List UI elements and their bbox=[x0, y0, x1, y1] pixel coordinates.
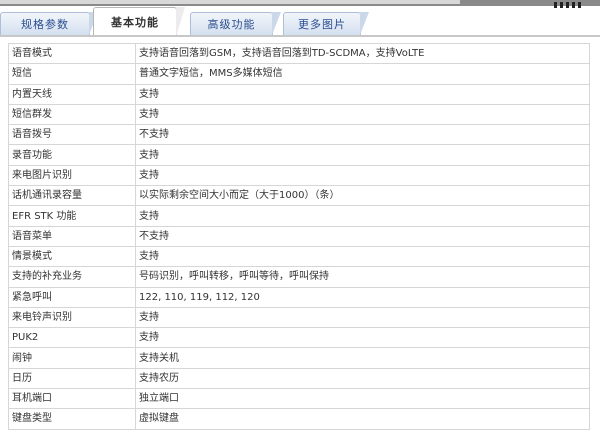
tab-basic-functions-label: 基本功能 bbox=[111, 15, 159, 29]
table-row: 情景模式 支持 bbox=[8, 245, 590, 268]
tab-more-images[interactable]: 更多图片 bbox=[283, 12, 369, 35]
tab-baseline bbox=[0, 35, 600, 37]
tab-corner bbox=[272, 12, 281, 35]
spec-key: 闹钟 bbox=[8, 347, 136, 369]
spec-key: 来电铃声识别 bbox=[8, 306, 136, 329]
table-row: 来电图片识别 支持 bbox=[8, 164, 590, 187]
spec-key: 录音功能 bbox=[8, 144, 136, 166]
spec-key: 内置天线 bbox=[8, 83, 136, 105]
table-row: 支持的补充业务 号码识别，呼叫转移，呼叫等待，呼叫保持 bbox=[8, 266, 590, 288]
spec-value: 以实际剩余空间大小而定（大于1000）（条） bbox=[135, 185, 590, 207]
spec-value: 不支持 bbox=[135, 225, 590, 247]
tab-basic-functions[interactable]: 基本功能 bbox=[93, 7, 185, 37]
top-border-highlight bbox=[0, 0, 460, 4]
spec-value: 支持 bbox=[135, 83, 590, 105]
spec-table: 语音模式 支持语音回落到GSM，支持语音回落到TD-SCDMA，支持VoLTE 短… bbox=[8, 42, 590, 430]
table-row: 闹钟 支持关机 bbox=[8, 347, 590, 369]
spec-key: 紧急呼叫 bbox=[8, 286, 136, 308]
spec-key: 语音菜单 bbox=[8, 225, 136, 247]
spec-value: 支持 bbox=[135, 205, 590, 227]
table-row: 语音模式 支持语音回落到GSM，支持语音回落到TD-SCDMA，支持VoLTE bbox=[8, 42, 590, 65]
table-row: 录音功能 支持 bbox=[8, 144, 590, 166]
table-row: 耳机端口 独立端口 bbox=[8, 388, 590, 410]
spec-key: 情景模式 bbox=[8, 245, 136, 268]
table-row: 语音拨号 不支持 bbox=[8, 124, 590, 146]
spec-key: 语音拨号 bbox=[8, 124, 136, 146]
table-row: PUK2 支持 bbox=[8, 327, 590, 349]
spec-value: 独立端口 bbox=[135, 388, 590, 410]
spec-key: 来电图片识别 bbox=[8, 164, 136, 187]
table-row: EFR STK 功能 支持 bbox=[8, 205, 590, 227]
spec-value: 支持 bbox=[135, 103, 590, 126]
tab-advanced-functions-label: 高级功能 bbox=[207, 18, 256, 31]
spec-value: 支持 bbox=[135, 245, 590, 268]
spec-key: 短信 bbox=[8, 63, 136, 85]
tab-bar: 规格参数 基本功能 高级功能 更多图片 bbox=[0, 6, 600, 37]
spec-value: 支持农历 bbox=[135, 367, 590, 390]
table-row: 日历 支持农历 bbox=[8, 367, 590, 390]
spec-key: 语音模式 bbox=[8, 42, 136, 65]
table-row: 内置天线 支持 bbox=[8, 83, 590, 105]
spec-value: 支持 bbox=[135, 164, 590, 187]
table-row: 短信 普通文字短信，MMS多媒体短信 bbox=[8, 63, 590, 85]
spec-value: 支持 bbox=[135, 306, 590, 329]
spec-value: 122, 110, 119, 112, 120 bbox=[135, 286, 590, 308]
spec-value: 虚拟键盘 bbox=[135, 408, 590, 430]
spec-key: 话机通讯录容量 bbox=[8, 185, 136, 207]
table-row: 来电铃声识别 支持 bbox=[8, 306, 590, 329]
spec-key: PUK2 bbox=[8, 327, 136, 349]
spec-value: 支持 bbox=[135, 144, 590, 166]
spec-key: 键盘类型 bbox=[8, 408, 136, 430]
spec-value: 号码识别，呼叫转移，呼叫等待，呼叫保持 bbox=[135, 266, 590, 288]
tab-corner bbox=[360, 12, 369, 35]
tab-more-images-label: 更多图片 bbox=[298, 18, 346, 31]
table-row: 紧急呼叫 122, 110, 119, 112, 120 bbox=[8, 286, 590, 308]
tab-corner bbox=[176, 7, 185, 37]
tab-advanced-functions[interactable]: 高级功能 bbox=[190, 12, 281, 35]
spec-key: 耳机端口 bbox=[8, 388, 136, 410]
tab-specs[interactable]: 规格参数 bbox=[0, 12, 98, 35]
spec-value: 不支持 bbox=[135, 124, 590, 146]
table-row: 话机通讯录容量 以实际剩余空间大小而定（大于1000）（条） bbox=[8, 185, 590, 207]
table-row: 键盘类型 虚拟键盘 bbox=[8, 408, 590, 430]
spec-value: 普通文字短信，MMS多媒体短信 bbox=[135, 63, 590, 85]
tab-specs-label: 规格参数 bbox=[21, 18, 69, 31]
spec-value: 支持关机 bbox=[135, 347, 590, 369]
spec-value: 支持语音回落到GSM，支持语音回落到TD-SCDMA，支持VoLTE bbox=[135, 42, 590, 65]
table-row: 语音菜单 不支持 bbox=[8, 225, 590, 247]
spec-key: 支持的补充业务 bbox=[8, 266, 136, 288]
table-row: 短信群发 支持 bbox=[8, 103, 590, 126]
spec-key: 短信群发 bbox=[8, 103, 136, 126]
spec-value: 支持 bbox=[135, 327, 590, 349]
spec-key: EFR STK 功能 bbox=[8, 205, 136, 227]
spec-key: 日历 bbox=[8, 367, 136, 390]
